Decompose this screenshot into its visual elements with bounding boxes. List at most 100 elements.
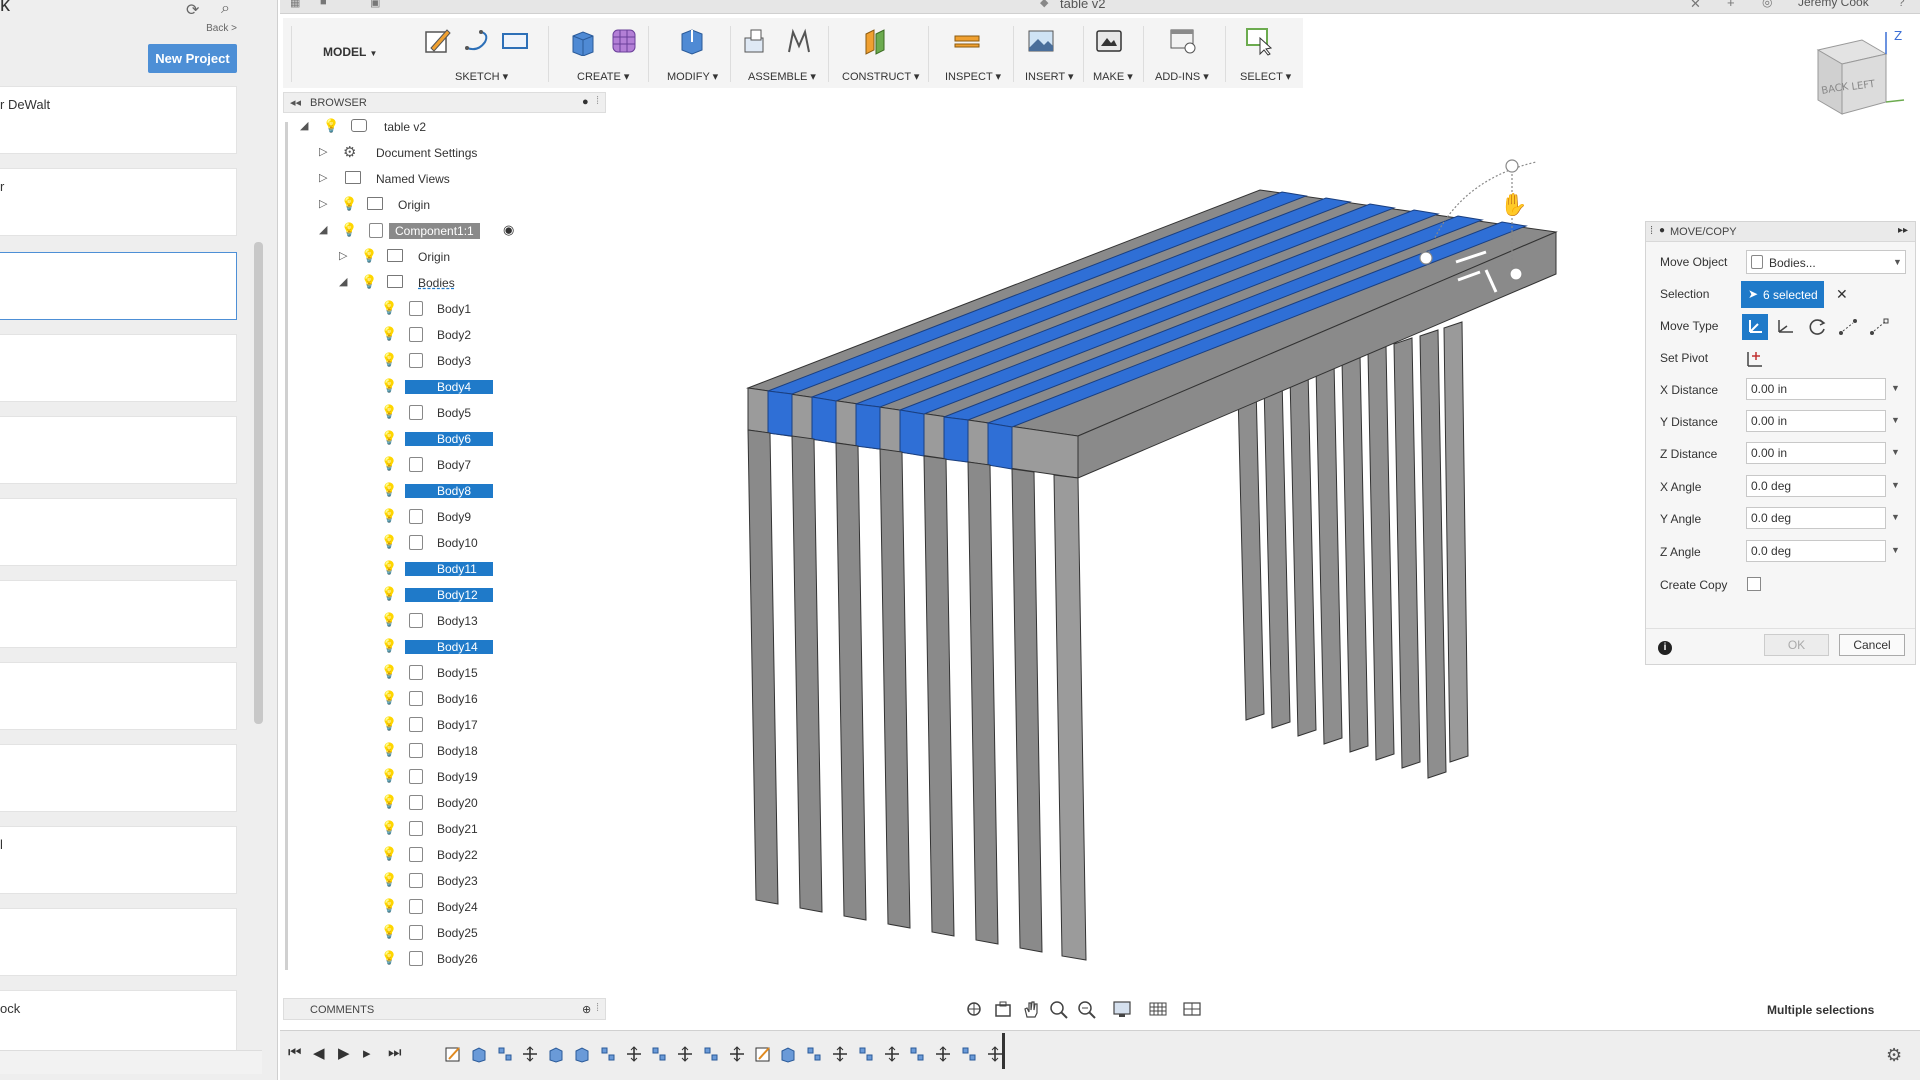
viewcube[interactable]: BACK LEFT Z [1800,28,1920,138]
joint-icon[interactable] [783,26,813,56]
visibility-bulb-icon[interactable]: 💡 [323,118,339,134]
add-ins-menu-label[interactable]: ADD-INS ▾ [1155,70,1209,83]
timeline-extrude-icon[interactable] [779,1045,797,1063]
timeline-pattern-icon[interactable] [599,1045,617,1063]
info-icon[interactable]: i [1658,641,1672,655]
timeline-move-icon[interactable] [625,1045,643,1063]
timeline-move-icon[interactable] [728,1045,746,1063]
visibility-bulb-icon[interactable]: 💡 [381,534,397,550]
timeline-pattern-icon[interactable] [960,1045,978,1063]
back-link[interactable]: Back > [206,23,237,34]
play-icon[interactable]: ▶ [338,1044,350,1062]
chevron-down-icon[interactable]: ▼ [1891,383,1900,393]
tree-item-body[interactable]: 💡 Body12 [283,584,603,606]
tree-item-body[interactable]: 💡 Body24 [283,896,603,918]
tree-item-body[interactable]: 💡 Body7 [283,454,603,476]
timeline-pattern-icon[interactable] [650,1045,668,1063]
visibility-bulb-icon[interactable]: 💡 [381,326,397,342]
visibility-bulb-icon[interactable]: 💡 [341,222,357,238]
file-icon[interactable]: ■ [320,0,327,8]
construct-menu-label[interactable]: CONSTRUCT ▾ [842,70,919,83]
visibility-bulb-icon[interactable]: 💡 [381,768,397,784]
visibility-bulb-icon[interactable]: 💡 [381,352,397,368]
visibility-bulb-icon[interactable]: 💡 [381,794,397,810]
visibility-bulb-icon[interactable]: 💡 [381,898,397,914]
chevron-down-icon[interactable]: ▼ [1891,512,1900,522]
visibility-bulb-icon[interactable]: 💡 [381,924,397,940]
project-card[interactable] [0,662,237,730]
point-to-position-icon[interactable] [1866,314,1892,340]
visibility-bulb-icon[interactable]: 💡 [381,404,397,420]
look-at-icon[interactable] [992,999,1014,1019]
drag-handle-icon[interactable]: ⁞ [596,1002,599,1014]
grid-icon[interactable]: ▦ [290,0,300,9]
display-settings-icon[interactable] [1112,999,1134,1019]
tree-item-body[interactable]: 💡 Body14 [283,636,603,658]
plus-icon[interactable]: + [1727,0,1735,10]
tree-item-body[interactable]: 💡 Body19 [283,766,603,788]
select-arrow-icon[interactable] [1244,26,1274,56]
tree-item-bodies[interactable]: ◢ 💡 Bodies [283,272,603,294]
move-copy-header[interactable]: ⁞ ● MOVE/COPY ▸▸ [1646,222,1915,242]
inspect-menu-label[interactable]: INSPECT ▾ [945,70,1001,83]
insert-menu-label[interactable]: INSERT ▾ [1025,70,1074,83]
tree-item-body[interactable]: 💡 Body26 [283,948,603,970]
visibility-bulb-icon[interactable]: 💡 [381,430,397,446]
tree-item-body[interactable]: 💡 Body18 [283,740,603,762]
tree-item-origin[interactable]: ▷ 💡 Origin [283,246,603,268]
drag-handle-icon[interactable]: ⁞ [1650,225,1653,237]
visibility-bulb-icon[interactable]: 💡 [381,742,397,758]
pivot-icon[interactable] [1742,346,1768,372]
timeline-sketch-icon[interactable] [444,1045,462,1063]
3d-print-icon[interactable] [1094,26,1124,56]
timeline-move-icon[interactable] [676,1045,694,1063]
visibility-bulb-icon[interactable]: 💡 [381,716,397,732]
select-menu-label[interactable]: SELECT ▾ [1240,70,1291,83]
visibility-bulb-icon[interactable]: 💡 [381,950,397,966]
visibility-bulb-icon[interactable]: 💡 [381,560,397,576]
timeline-sketch-icon[interactable] [754,1045,772,1063]
visibility-bulb-icon[interactable]: 💡 [381,846,397,862]
fit-icon[interactable] [1076,999,1098,1019]
x-angle-input[interactable] [1746,475,1886,497]
tree-root[interactable]: ◢ 💡 table v2 [283,116,603,138]
chevron-down-icon[interactable]: ▼ [1891,415,1900,425]
refresh-icon[interactable]: ⟳ [186,0,204,19]
timeline-move-icon[interactable] [521,1045,539,1063]
help-icon[interactable]: ? [1898,0,1905,9]
data-panel-scrollbar[interactable] [254,242,263,724]
collapsed-arrow-icon[interactable]: ▷ [319,171,327,184]
visibility-bulb-icon[interactable]: 💡 [381,638,397,654]
save-icon[interactable]: ▣ [370,0,380,9]
expanded-arrow-icon[interactable]: ◢ [319,223,327,236]
project-card[interactable] [0,498,237,566]
clear-selection-icon[interactable]: ✕ [1836,286,1848,303]
tree-item-body[interactable]: 💡 Body9 [283,506,603,528]
z-angle-input[interactable] [1746,540,1886,562]
chevron-down-icon[interactable]: ▼ [1891,447,1900,457]
tree-item-body[interactable]: 💡 Body2 [283,324,603,346]
timeline-pattern-icon[interactable] [908,1045,926,1063]
collapsed-arrow-icon[interactable]: ▷ [319,145,327,158]
comments-panel[interactable]: COMMENTS ⊕ ⁞ [283,998,606,1020]
point-to-point-icon[interactable] [1835,314,1861,340]
project-card-selected[interactable] [0,252,237,320]
project-card[interactable] [0,908,237,976]
assemble-menu-label[interactable]: ASSEMBLE ▾ [748,70,816,83]
tree-item-body[interactable]: 💡 Body20 [283,792,603,814]
project-card[interactable]: r [0,168,237,236]
extrude-icon[interactable] [568,26,598,56]
step-forward-icon[interactable]: ▸ [363,1044,371,1062]
visibility-bulb-icon[interactable]: 💡 [381,456,397,472]
visibility-bulb-icon[interactable]: 💡 [381,820,397,836]
y-distance-input[interactable] [1746,410,1886,432]
expand-icon[interactable]: ▸▸ [1898,225,1908,236]
rotate-handle[interactable] [1509,267,1523,281]
measure-icon[interactable] [952,26,982,56]
timeline-pattern-icon[interactable] [702,1045,720,1063]
tree-item-body[interactable]: 💡 Body16 [283,688,603,710]
pin-icon[interactable]: ● [582,96,589,108]
drag-handle-icon[interactable]: ⁞ [596,95,599,107]
ok-button[interactable]: OK [1764,634,1829,656]
scripts-icon[interactable] [1168,26,1198,56]
